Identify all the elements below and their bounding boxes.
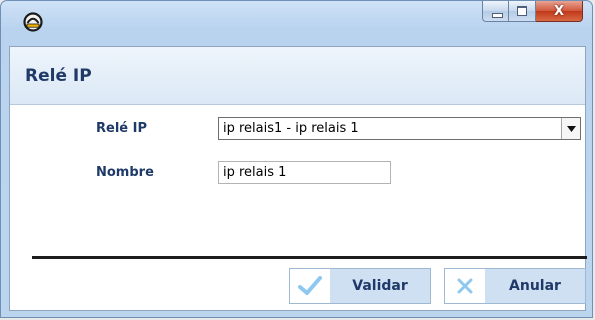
maximize-button[interactable]: [509, 1, 536, 22]
anular-button[interactable]: Anular: [444, 268, 586, 304]
anular-label: Anular: [509, 278, 561, 294]
rele-ip-label: Relé IP: [96, 121, 147, 136]
x-icon: [445, 269, 485, 303]
title-bar[interactable]: X: [1, 1, 592, 45]
nombre-value: ip relais 1: [223, 165, 287, 180]
dialog-window: X Relé IP Relé IP ip relais1 - ip relais…: [0, 0, 593, 318]
validar-button[interactable]: Validar: [289, 268, 431, 304]
maximize-icon: [517, 6, 527, 16]
rele-ip-selected-value: ip relais1 - ip relais 1: [223, 121, 359, 136]
app-badge-icon: [23, 12, 43, 32]
validar-label: Validar: [352, 278, 408, 294]
check-icon: [290, 269, 330, 303]
window-controls: X: [482, 1, 583, 22]
form-header: Relé IP: [10, 47, 585, 105]
divider: [32, 256, 587, 259]
nombre-field[interactable]: ip relais 1: [218, 161, 391, 184]
minimize-icon: [492, 13, 503, 18]
close-icon: X: [553, 3, 565, 19]
minimize-button[interactable]: [482, 1, 509, 22]
rele-ip-select[interactable]: ip relais1 - ip relais 1: [218, 117, 581, 140]
chevron-down-icon[interactable]: [561, 118, 580, 139]
nombre-label: Nombre: [96, 165, 154, 180]
close-button[interactable]: X: [536, 1, 583, 22]
page-title: Relé IP: [25, 66, 92, 86]
dialog-body: Relé IP Relé IP ip relais1 - ip relais 1…: [9, 46, 587, 311]
